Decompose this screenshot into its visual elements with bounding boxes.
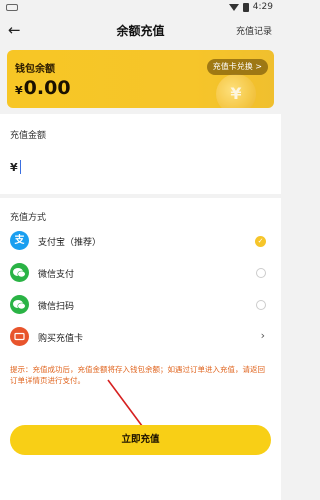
payment-method-name: 支付宝（推荐） [38, 238, 102, 248]
status-bar: 4:29 [0, 0, 281, 16]
wallet-label: 钱包余额 [15, 64, 55, 75]
chevron-right-icon: › [260, 329, 265, 342]
amount-input[interactable]: ¥ [10, 160, 21, 174]
wechat-scan-icon [10, 295, 29, 314]
wallet-card: 钱包余额 ¥0.00 ¥ 充值卡兑换 > [7, 50, 274, 108]
notification-icon [6, 4, 18, 11]
payment-method-wechat-pay[interactable]: 微信支付 [0, 260, 281, 286]
payment-method-name: 微信支付 [38, 270, 75, 280]
wifi-icon [228, 3, 239, 11]
payment-method-name: 购买充值卡 [38, 334, 84, 344]
ticket-icon [14, 332, 25, 341]
wechat-pay-icon [10, 263, 29, 282]
amount-label: 充值金额 [10, 131, 47, 141]
text-caret [19, 160, 21, 174]
payment-method-buy-card[interactable]: 购买充值卡 › [0, 324, 281, 350]
coin-icon: ¥ [216, 74, 256, 108]
card-icon [10, 327, 29, 346]
payment-label: 充值方式 [10, 213, 47, 223]
wechat-bubble-icon [13, 268, 26, 278]
payment-method-wechat-scan[interactable]: 微信扫码 [0, 292, 281, 318]
status-time: 4:29 [252, 2, 273, 12]
status-right: 4:29 [228, 2, 273, 12]
wallet-balance: ¥0.00 [15, 77, 71, 99]
wallet-currency: ¥ [15, 84, 23, 97]
payment-method-alipay[interactable]: 支 支付宝（推荐） ✓ [0, 228, 281, 254]
battery-icon [242, 2, 249, 12]
amount-currency: ¥ [10, 160, 18, 174]
card-redeem-button[interactable]: 充值卡兑换 > [206, 59, 268, 75]
recharge-now-button[interactable]: 立即充值 [10, 425, 271, 455]
wechat-bubble-icon [13, 300, 26, 310]
payment-method-name: 微信扫码 [38, 302, 75, 312]
payment-section: 充值方式 支 支付宝（推荐） ✓ 微信支付 微信扫码 购买充值卡 › [0, 198, 281, 356]
check-icon[interactable]: ✓ [255, 236, 266, 247]
recharge-record-link[interactable]: 充值记录 [236, 24, 272, 37]
nav-bar: ← 余额充值 充值记录 [0, 16, 281, 44]
wallet-amount: 0.00 [23, 77, 71, 99]
alipay-icon: 支 [10, 231, 29, 250]
radio-button[interactable] [256, 268, 266, 278]
radio-button[interactable] [256, 300, 266, 310]
amount-section: 充值金额 ¥ [0, 114, 281, 194]
